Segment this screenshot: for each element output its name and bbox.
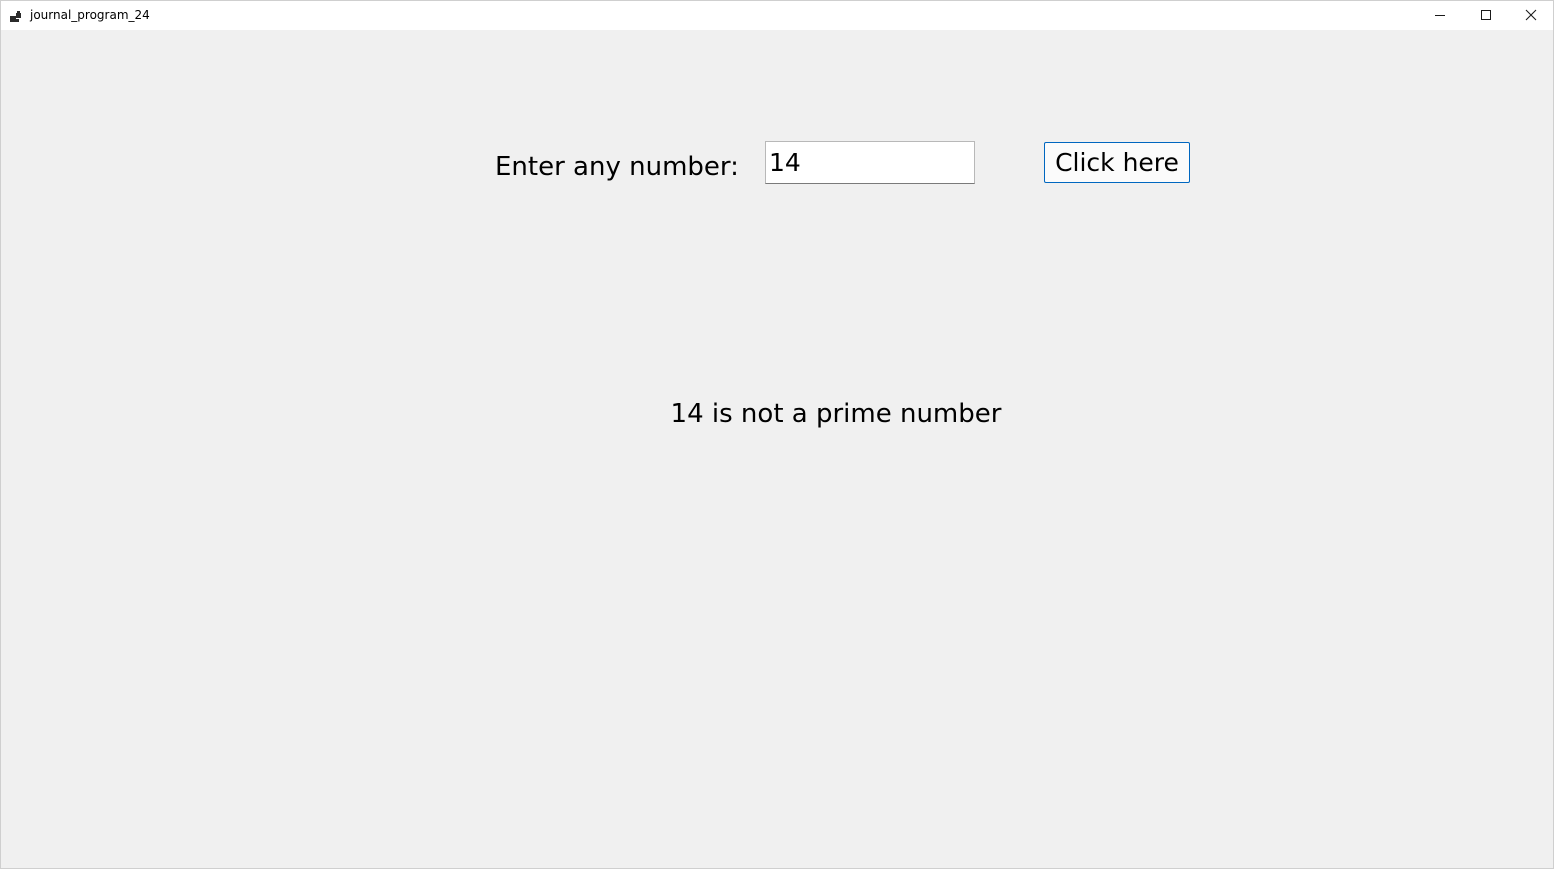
result-message: 14 is not a prime number <box>670 399 1002 429</box>
close-button[interactable] <box>1508 1 1554 30</box>
client-area: Enter any number: Click here 14 is not a… <box>1 30 1553 868</box>
maximize-icon <box>1480 6 1492 25</box>
maximize-button[interactable] <box>1463 1 1509 30</box>
title-bar[interactable]: journal_program_24 <box>1 1 1553 30</box>
app-window: journal_program_24 Enter any number: 14 … <box>0 0 1554 869</box>
number-prompt-label: Enter any number: <box>495 152 739 182</box>
click-here-button[interactable]: Click here <box>1044 142 1190 183</box>
number-input[interactable] <box>765 141 975 184</box>
close-icon <box>1525 6 1537 25</box>
window-title: journal_program_24 <box>30 8 150 22</box>
app-window-icon <box>10 8 22 22</box>
minimize-button[interactable] <box>1417 1 1463 30</box>
minimize-icon <box>1434 6 1446 25</box>
